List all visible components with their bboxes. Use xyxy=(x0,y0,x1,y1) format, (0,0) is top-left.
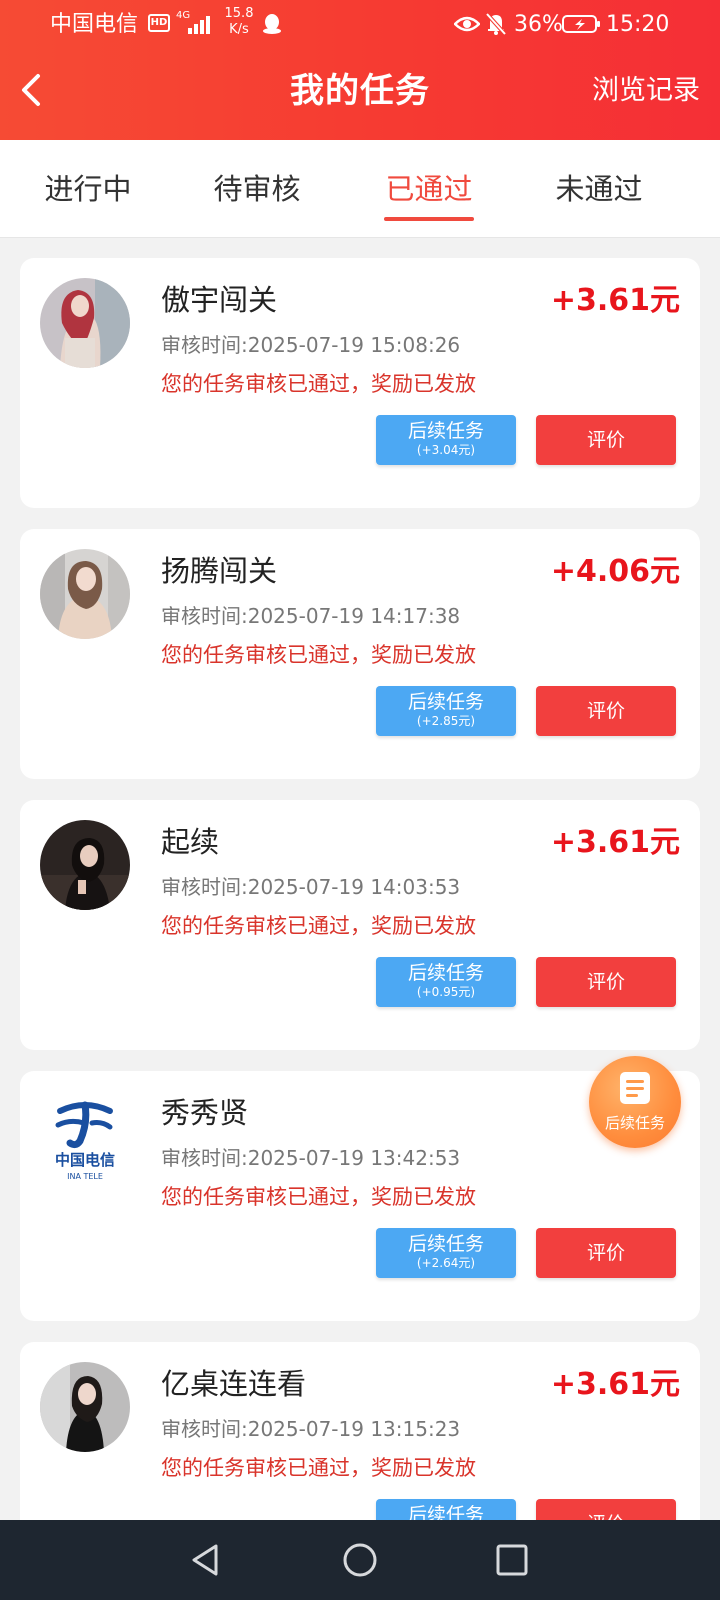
follow-up-reward: (+3.04元) xyxy=(416,443,476,457)
follow-up-label: 后续任务 xyxy=(407,1233,484,1255)
battery-icon xyxy=(562,15,600,33)
avatar xyxy=(40,549,130,639)
battery-percent: 36% xyxy=(514,12,563,37)
avatar xyxy=(40,1362,130,1452)
task-name: 傲宇闯关 xyxy=(161,283,278,317)
carrier-name: 中国电信 xyxy=(50,12,139,37)
status-message: 您的任务审核已通过，奖励已发放 xyxy=(161,1456,476,1480)
network-speed: 15.8 K/s xyxy=(222,6,256,38)
app-header: 中国电信 HD 4G 15.8 K/s 36% 15:20 我的任务 浏览记录 xyxy=(0,0,720,140)
circle-home-icon xyxy=(343,1543,377,1577)
nav-home-button[interactable] xyxy=(340,1540,380,1580)
status-tabs: 进行中 待审核 已通过 未通过 xyxy=(0,140,720,238)
status-bar: 中国电信 HD 4G 15.8 K/s 36% 15:20 xyxy=(0,0,720,52)
clock: 15:20 xyxy=(606,12,670,37)
china-telecom-logo: 中国电信 INA TELE xyxy=(40,1091,130,1181)
reward-amount: +4.06元 xyxy=(550,554,680,589)
speed-value: 15.8 xyxy=(224,6,254,21)
review-time: 审核时间:2025-07-19 13:15:23 xyxy=(161,1417,461,1441)
follow-up-task-button[interactable]: 后续任务 (+2.85元) xyxy=(376,686,516,736)
speed-unit: K/s xyxy=(229,22,249,37)
follow-up-label: 后续任务 xyxy=(407,962,484,984)
review-time: 审核时间:2025-07-19 15:08:26 xyxy=(161,333,461,357)
follow-up-label: 后续任务 xyxy=(407,420,484,442)
review-time: 审核时间:2025-07-19 14:03:53 xyxy=(161,875,461,899)
task-card: 傲宇闯关 +3.61元 审核时间:2025-07-19 15:08:26 您的任… xyxy=(20,258,700,508)
triangle-back-icon xyxy=(192,1544,218,1576)
follow-up-task-button[interactable]: 后续任务 (+3.04元) xyxy=(376,415,516,465)
nav-recents-button[interactable] xyxy=(492,1540,532,1580)
status-message: 您的任务审核已通过，奖励已发放 xyxy=(161,372,476,396)
reward-amount: +3.61元 xyxy=(550,825,680,860)
nav-back-button[interactable] xyxy=(186,1540,226,1580)
rate-button[interactable]: 评价 xyxy=(536,415,676,465)
task-card: 扬腾闯关 +4.06元 审核时间:2025-07-19 14:17:38 您的任… xyxy=(20,529,700,779)
qq-icon xyxy=(263,14,281,34)
status-message: 您的任务审核已通过，奖励已发放 xyxy=(161,1185,476,1209)
follow-up-task-button[interactable]: 后续任务 (+0.95元) xyxy=(376,957,516,1007)
square-recents-icon xyxy=(496,1544,528,1576)
avatar xyxy=(40,820,130,910)
reward-amount: +3.61元 xyxy=(550,1367,680,1402)
hd-badge: HD xyxy=(148,14,170,32)
follow-up-reward: (+0.95元) xyxy=(416,985,476,999)
follow-up-reward: (+2.64元) xyxy=(416,1256,476,1270)
follow-up-reward: (+2.85元) xyxy=(416,714,476,728)
review-time: 审核时间:2025-07-19 14:17:38 xyxy=(161,604,461,628)
task-name: 亿桌连连看 xyxy=(161,1367,307,1401)
signal-icon xyxy=(188,14,216,34)
review-time: 审核时间:2025-07-19 13:42:53 xyxy=(161,1146,461,1170)
rate-button[interactable]: 评价 xyxy=(536,957,676,1007)
tab-rejected[interactable]: 未通过 xyxy=(514,140,684,238)
tab-approved[interactable]: 已通过 xyxy=(344,140,514,238)
tab-pending-review[interactable]: 待审核 xyxy=(172,140,342,238)
logo-text: 中国电信 xyxy=(55,1151,115,1169)
active-tab-indicator xyxy=(384,217,474,221)
status-message: 您的任务审核已通过，奖励已发放 xyxy=(161,643,476,667)
follow-up-label: 后续任务 xyxy=(407,691,484,713)
status-message: 您的任务审核已通过，奖励已发放 xyxy=(161,914,476,938)
follow-up-task-button[interactable]: 后续任务 (+2.64元) xyxy=(376,1228,516,1278)
document-list-icon xyxy=(620,1072,650,1104)
system-nav-bar xyxy=(0,1520,720,1600)
tab-in-progress[interactable]: 进行中 xyxy=(3,140,173,238)
eye-icon xyxy=(454,16,480,32)
fab-label: 后续任务 xyxy=(604,1114,665,1132)
task-name: 秀秀贤 xyxy=(161,1096,249,1130)
rate-button[interactable]: 评价 xyxy=(536,686,676,736)
reward-amount: +3.61元 xyxy=(550,283,680,318)
rate-button[interactable]: 评价 xyxy=(536,1228,676,1278)
task-card: 起续 +3.61元 审核时间:2025-07-19 14:03:53 您的任务审… xyxy=(20,800,700,1050)
browse-history-button[interactable]: 浏览记录 xyxy=(592,72,700,110)
logo-subtext: INA TELE xyxy=(67,1172,103,1181)
follow-up-tasks-fab[interactable]: 后续任务 xyxy=(589,1056,681,1148)
bell-off-icon xyxy=(485,12,507,36)
avatar xyxy=(40,278,130,368)
task-name: 扬腾闯关 xyxy=(161,554,278,588)
task-name: 起续 xyxy=(161,825,220,859)
